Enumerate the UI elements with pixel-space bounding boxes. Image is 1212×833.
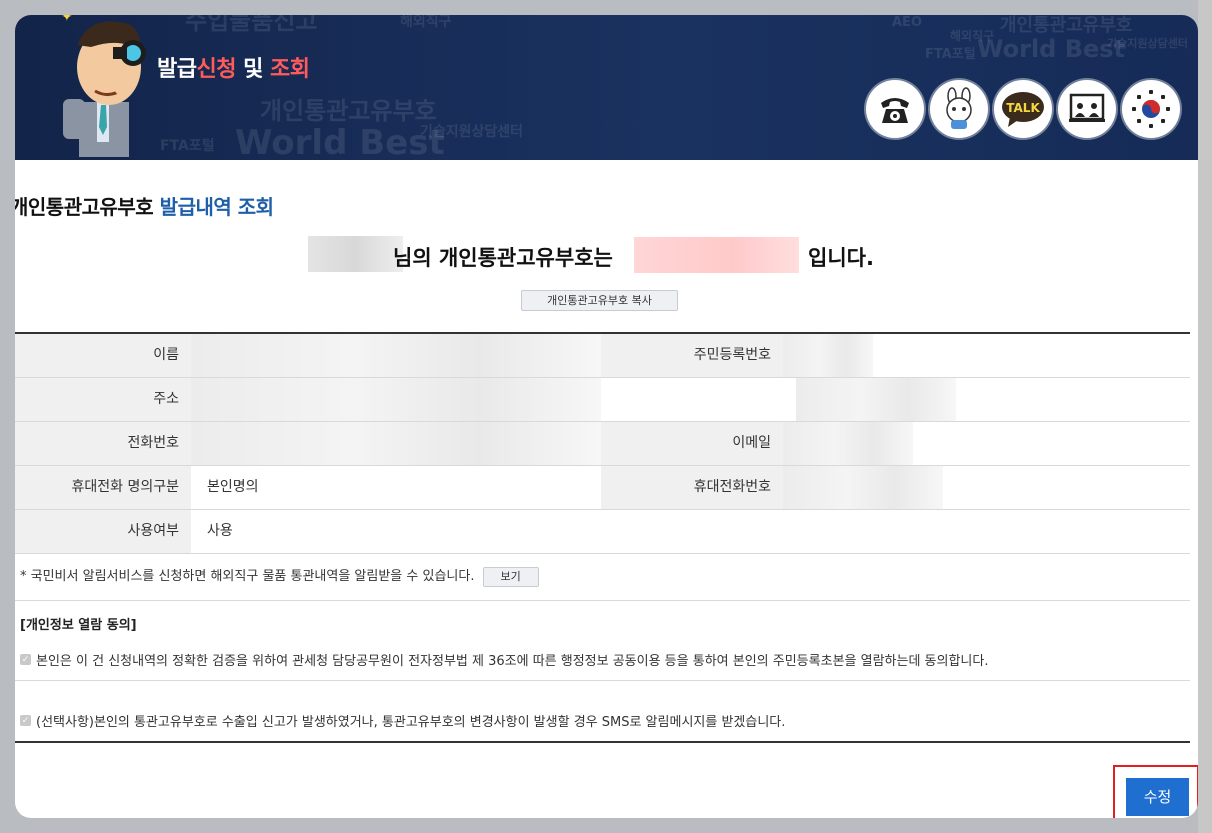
info-table: 이름 주민등록번호 주소 전화번호 이메일 휴대전화 명의구분 본인명의 휴대전… xyxy=(15,332,1190,554)
notice-text: * 국민비서 알림서비스를 신청하면 해외직구 물품 통관내역을 알림받을 수 … xyxy=(20,565,539,587)
table-bottom-border xyxy=(15,741,1190,743)
address-value xyxy=(191,378,1190,421)
bg-word: 개인통관고유부호 xyxy=(1000,15,1133,36)
copy-customs-code-button[interactable]: 개인통관고유부호 복사 xyxy=(521,290,678,311)
mascot-icon[interactable] xyxy=(930,80,988,138)
bg-word: FTA포털 xyxy=(160,138,215,154)
modal-window: 수입물품신고 해외직구 개인통관고유부호 World Best FTA포털 기술… xyxy=(15,15,1198,818)
bg-word: 기술지원상담센터 xyxy=(420,124,524,140)
consent-item-1: ✓ 본인은 이 건 신청내역의 정확한 검증을 위하여 관세청 담당공무원이 전… xyxy=(20,654,989,669)
consent-checkbox-2[interactable]: ✓ xyxy=(20,715,31,726)
scrollbar[interactable] xyxy=(1198,0,1212,833)
mobile-type-value: 본인명의 xyxy=(207,479,259,495)
divider xyxy=(15,600,1190,601)
phone-label: 전화번호 xyxy=(15,422,191,465)
redacted-name xyxy=(308,236,403,272)
edit-button[interactable]: 수정 xyxy=(1126,778,1189,816)
svg-text:TALK: TALK xyxy=(1006,101,1040,115)
redacted-customs-code xyxy=(634,237,799,273)
name-label: 이름 xyxy=(15,334,191,377)
mobile-label: 휴대전화번호 xyxy=(601,466,783,509)
table-row: 이름 주민등록번호 xyxy=(15,334,1190,378)
edit-button-highlight: 수정 xyxy=(1113,765,1198,818)
email-value xyxy=(783,422,1190,465)
view-button[interactable]: 보기 xyxy=(482,566,539,587)
bg-word: World Best xyxy=(977,35,1126,63)
table-row: 휴대전화 명의구분 본인명의 휴대전화번호 xyxy=(15,466,1190,510)
mobile-type-label: 휴대전화 명의구분 xyxy=(15,466,191,509)
phone-icon[interactable] xyxy=(866,80,924,138)
use-label: 사용여부 xyxy=(15,510,191,553)
bg-word: 수입물품신고 xyxy=(185,15,318,35)
rrn-label: 주민등록번호 xyxy=(601,334,783,377)
bg-word: 해외직구 xyxy=(400,15,452,30)
address-label: 주소 xyxy=(15,378,191,421)
consent-title: [개인정보 열람 동의] xyxy=(20,618,137,633)
bg-word: 기술지원상담센터 xyxy=(1107,37,1188,50)
mobile-value xyxy=(783,466,1190,509)
bg-word: AEO xyxy=(892,15,922,30)
customs-code-result: 님의 개인통관고유부호는 입니다. xyxy=(308,236,908,276)
header-banner: 수입물품신고 해외직구 개인통관고유부호 World Best FTA포털 기술… xyxy=(15,15,1198,160)
bg-word: World Best xyxy=(235,123,445,160)
page-title: 개인통관고유부호 발급내역 조회 xyxy=(15,195,274,219)
table-row: 주소 xyxy=(15,378,1190,422)
consent-item-2: ✓ (선택사항)본인의 통관고유부호로 수출입 신고가 발생하였거나, 통관고유… xyxy=(20,715,786,730)
bg-word: 개인통관고유부호 xyxy=(260,97,437,125)
taegeuk-icon[interactable] xyxy=(1122,80,1180,138)
table-row: 전화번호 이메일 xyxy=(15,422,1190,466)
rrn-value xyxy=(783,334,1190,377)
quick-links: TALK xyxy=(866,80,1180,138)
mascot-binoculars-icon: ✦ xyxy=(61,15,146,157)
divider xyxy=(15,680,1190,681)
video-consult-icon[interactable] xyxy=(1058,80,1116,138)
use-value: 사용 xyxy=(207,523,233,539)
email-label: 이메일 xyxy=(601,422,783,465)
phone-value xyxy=(191,422,601,465)
talk-icon[interactable]: TALK xyxy=(994,80,1052,138)
table-row: 사용여부 사용 xyxy=(15,510,1190,554)
consent-checkbox-1[interactable]: ✓ xyxy=(20,654,31,665)
header-title: 발급신청 및 조회 xyxy=(157,57,310,82)
bg-word: FTA포털 xyxy=(925,47,976,62)
name-value xyxy=(191,334,601,377)
svg-text:✦: ✦ xyxy=(61,15,73,25)
